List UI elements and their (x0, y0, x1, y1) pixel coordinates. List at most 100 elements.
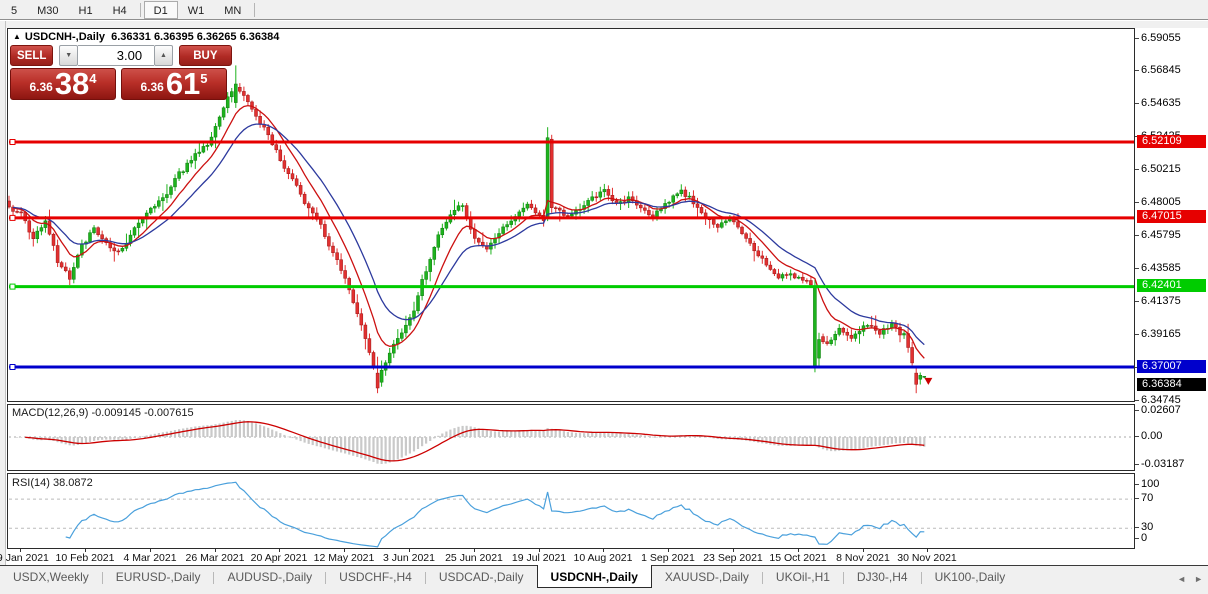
price-tick-mark (1135, 400, 1139, 401)
rsi-tick-mark (1135, 484, 1139, 485)
price-tick-label: 6.45795 (1141, 229, 1181, 241)
tab-audusd-daily[interactable]: AUDUSD-,Daily (214, 566, 325, 588)
date-tick-label: 26 Mar 2021 (186, 552, 245, 564)
tab-usdx-weekly[interactable]: USDX,Weekly (0, 566, 102, 588)
volume-input[interactable] (78, 45, 154, 66)
ask-price-box[interactable]: 6.36 61 5 (121, 68, 227, 100)
price-tick-mark (1135, 103, 1139, 104)
window-left-frame (0, 21, 6, 594)
rsi-tick-mark (1135, 527, 1139, 528)
rsi-tick-label: 0 (1141, 532, 1147, 544)
timeframe-button-mn[interactable]: MN (214, 1, 251, 19)
date-tick-label: 3 Jun 2021 (383, 552, 435, 564)
macd-tick-label: 0.00 (1141, 430, 1162, 442)
volume-decrease-icon[interactable]: ▼ (59, 45, 78, 66)
timeframe-button-5[interactable]: 5 (1, 1, 27, 19)
sell-button[interactable]: SELL (10, 45, 53, 66)
timeframe-button-d1[interactable]: D1 (144, 1, 178, 19)
ask-price-prefix: 6.36 (140, 80, 163, 94)
price-tick-label: 6.50215 (1141, 163, 1181, 175)
date-tick-label: 25 Jun 2021 (445, 552, 503, 564)
date-tick-label: 15 Oct 2021 (769, 552, 826, 564)
price-tick-mark (1135, 334, 1139, 335)
toolbar-gap (0, 21, 1208, 28)
tab-dj30-h4[interactable]: DJ30-,H4 (844, 566, 921, 588)
rsi-panel (7, 473, 1135, 549)
chart-title: ▲ USDCNH-,Daily 6.36331 6.36395 6.36265 6… (13, 31, 279, 43)
macd-tick-label: -0.03187 (1141, 458, 1184, 470)
timeframe-button-m30[interactable]: M30 (27, 1, 68, 19)
tab-scroll-right-icon[interactable]: ► (1194, 574, 1203, 584)
tab-uk100-daily[interactable]: UK100-,Daily (922, 566, 1019, 588)
macd-tick-mark (1135, 464, 1139, 465)
price-tick-label: 6.54635 (1141, 97, 1181, 109)
symbol-tab-bar: USDX,WeeklyEURUSD-,DailyAUDUSD-,DailyUSD… (0, 565, 1208, 594)
rsi-tick-mark (1135, 538, 1139, 539)
price-tick-mark (1135, 301, 1139, 302)
buy-button[interactable]: BUY (179, 45, 232, 66)
price-tick-label: 6.56845 (1141, 64, 1181, 76)
date-tick-label: 30 Nov 2021 (897, 552, 957, 564)
date-tick-label: 23 Sep 2021 (703, 552, 763, 564)
trading-terminal: { "toolbar": { "timeframes": ["5","M30",… (0, 0, 1208, 594)
rsi-tick-mark (1135, 498, 1139, 499)
level-price-label: 6.42401 (1137, 279, 1206, 292)
macd-tick-mark (1135, 436, 1139, 437)
level-price-label: 6.52109 (1137, 135, 1206, 148)
macd-tick-mark (1135, 410, 1139, 411)
price-tick-mark (1135, 38, 1139, 39)
bid-price-big: 38 (55, 70, 89, 98)
tab-usdcad-daily[interactable]: USDCAD-,Daily (426, 566, 537, 588)
timeframe-button-h1[interactable]: H1 (69, 1, 103, 19)
tab-usdcnh-daily[interactable]: USDCNH-,Daily (537, 565, 652, 588)
price-tick-label: 6.48005 (1141, 196, 1181, 208)
macd-tick-label: 0.02607 (1141, 404, 1181, 416)
timeframe-toolbar: 5M30H1H4 D1W1MN (0, 0, 1208, 20)
date-axis: 19 Jan 2021 10 Feb 2021 4 Mar 2021 26 Mar 2… (0, 549, 1208, 565)
tab-usdchf-h4[interactable]: USDCHF-,H4 (326, 566, 425, 588)
macd-label: MACD(12,26,9) -0.009145 -0.007615 (12, 407, 194, 419)
volume-increase-icon[interactable]: ▲ (154, 45, 173, 66)
tab-xauusd-daily[interactable]: XAUUSD-,Daily (652, 566, 762, 588)
rsi-label: RSI(14) 38.0872 (12, 477, 93, 489)
tab-ukoil-h1[interactable]: UKOil-,H1 (763, 566, 843, 588)
date-tick-label: 4 Mar 2021 (123, 552, 176, 564)
one-click-trading-panel: SELL ▼ ▲ BUY 6.36 38 4 6.36 61 5 (10, 45, 232, 100)
bid-price-box[interactable]: 6.36 38 4 (10, 68, 116, 100)
date-tick-label: 19 Jul 2021 (512, 552, 566, 564)
date-tick-label: 12 May 2021 (314, 552, 375, 564)
price-tick-mark (1135, 169, 1139, 170)
price-tick-label: 6.41375 (1141, 295, 1181, 307)
date-tick-label: 10 Aug 2021 (574, 552, 633, 564)
level-price-label: 6.37007 (1137, 360, 1206, 373)
tab-eurusd-daily[interactable]: EURUSD-,Daily (103, 566, 214, 588)
price-tick-label: 6.39165 (1141, 328, 1181, 340)
rsi-tick-label: 100 (1141, 478, 1159, 490)
toolbar-separator (140, 3, 141, 17)
date-tick-label: 19 Jan 2021 (0, 552, 49, 564)
bid-price-prefix: 6.36 (29, 80, 52, 94)
rsi-tick-label: 70 (1141, 492, 1153, 504)
price-tick-mark (1135, 202, 1139, 203)
price-tick-mark (1135, 268, 1139, 269)
price-tick-label: 6.43585 (1141, 262, 1181, 274)
timeframe-button-w1[interactable]: W1 (178, 1, 215, 19)
price-tick-mark (1135, 70, 1139, 71)
toolbar-separator (254, 3, 255, 17)
chart-ohlc-values: 6.36331 6.36395 6.36265 6.36384 (111, 31, 279, 43)
timeframe-button-h4[interactable]: H4 (103, 1, 137, 19)
bid-price-pipette: 4 (89, 71, 96, 86)
current-price-label: 6.36384 (1137, 378, 1206, 391)
chart-symbol-label: USDCNH-,Daily (25, 31, 105, 43)
tab-scroll-left-icon[interactable]: ◄ (1177, 574, 1186, 584)
date-tick-label: 20 Apr 2021 (251, 552, 308, 564)
price-tick-mark (1135, 235, 1139, 236)
ask-price-pipette: 5 (200, 71, 207, 86)
date-tick-label: 8 Nov 2021 (836, 552, 890, 564)
date-tick-label: 10 Feb 2021 (56, 552, 115, 564)
symbol-marker-icon: ▲ (13, 32, 21, 41)
price-tick-label: 6.59055 (1141, 32, 1181, 44)
ask-price-big: 61 (166, 70, 200, 98)
date-tick-label: 1 Sep 2021 (641, 552, 695, 564)
level-price-label: 6.47015 (1137, 210, 1206, 223)
